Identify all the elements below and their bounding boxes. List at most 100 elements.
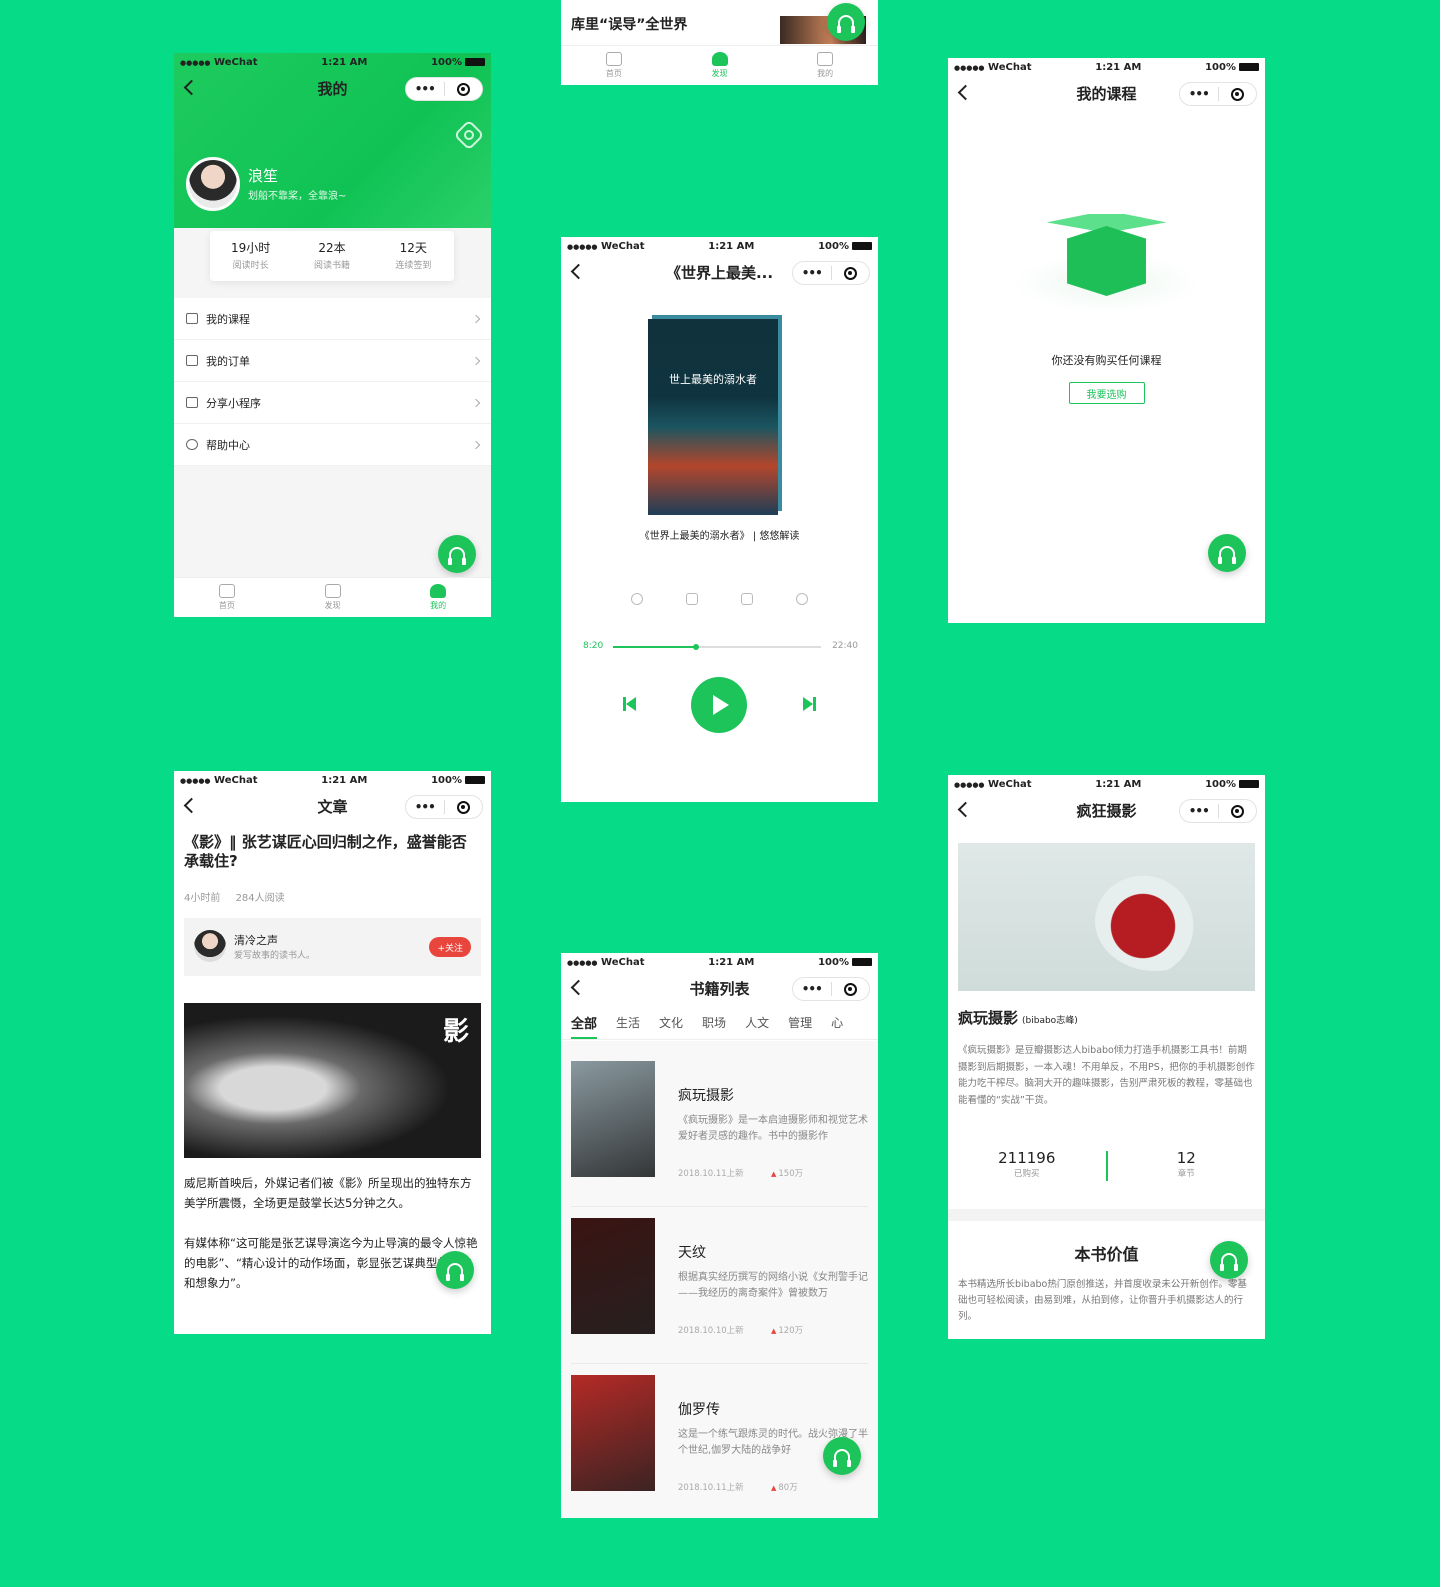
stat-reading-time: 19小时 阅读时长	[210, 231, 291, 281]
stat-chapters: 12 章节	[1108, 1149, 1266, 1185]
tab-label: 我的	[430, 601, 447, 610]
close-program-button[interactable]	[832, 982, 870, 996]
back-icon[interactable]	[957, 84, 974, 101]
back-icon[interactable]	[183, 79, 200, 96]
audio-fab-button[interactable]	[1210, 1241, 1248, 1279]
back-icon[interactable]	[570, 979, 587, 996]
more-button[interactable]: •••	[1180, 804, 1218, 818]
menu-item-my-courses[interactable]: 我的课程	[174, 298, 491, 340]
book-title: 伽罗传	[678, 1402, 720, 1418]
audio-fab-button[interactable]	[1208, 534, 1246, 572]
tab-label: 发现	[324, 601, 341, 610]
category-tab-career[interactable]: 职场	[702, 1014, 726, 1031]
more-button[interactable]: •••	[1180, 87, 1218, 101]
book-list-screen: ●●●●● WeChat 1:21 AM 100% 书籍列表 ••• 全部 生活…	[561, 953, 878, 1518]
home-icon	[218, 584, 235, 598]
download-icon[interactable]	[741, 593, 753, 605]
follow-button[interactable]: +关注	[429, 937, 471, 957]
progress-knob[interactable]	[693, 644, 700, 650]
status-time: 1:21 AM	[321, 56, 368, 68]
mini-program-capsule: •••	[1179, 799, 1257, 823]
author-card: 清冷之声 爱写故事的读书人。 +关注	[184, 918, 481, 976]
tab-home[interactable]: 首页	[561, 46, 667, 85]
status-time: 1:21 AM	[708, 956, 755, 968]
tab-home[interactable]: 首页	[174, 578, 280, 617]
menu-label: 分享小程序	[206, 396, 261, 410]
back-icon[interactable]	[957, 801, 974, 818]
playlist-icon[interactable]	[686, 593, 698, 605]
category-tab-management[interactable]: 管理	[788, 1014, 812, 1031]
tab-mine[interactable]: 我的	[385, 578, 491, 617]
audio-player-screen: ●●●●● WeChat 1:21 AM 100% 《世界上最美... ••• …	[561, 237, 878, 802]
tab-label: 首页	[218, 601, 235, 610]
stat-label: 已购买	[1013, 1169, 1040, 1179]
battery-text: 100%	[1205, 61, 1236, 73]
book-list-item[interactable]: 疯玩摄影 《疯玩摄影》是一本启迪摄影师和视觉艺术爱好者灵感的趣作。书中的摄影作 …	[561, 1051, 878, 1207]
divider	[571, 1363, 868, 1364]
tab-discover[interactable]: 发现	[667, 46, 773, 85]
article-headline[interactable]: 库里“误导”全世界	[571, 14, 687, 34]
category-tab-all[interactable]: 全部	[571, 1013, 598, 1039]
username: 浪笙	[248, 167, 279, 185]
previous-track-icon[interactable]	[623, 697, 637, 711]
author-name: 清冷之声	[234, 934, 278, 947]
more-button[interactable]: •••	[406, 82, 444, 96]
menu-item-help[interactable]: 帮助中心	[174, 424, 491, 466]
battery-text: 100%	[431, 774, 462, 786]
status-time: 1:21 AM	[1095, 61, 1142, 73]
navbar: 文章 •••	[174, 789, 491, 824]
tab-mine[interactable]: 我的	[772, 46, 878, 85]
play-button[interactable]	[691, 677, 747, 733]
avatar[interactable]	[194, 930, 226, 962]
heart-icon[interactable]	[631, 593, 643, 605]
category-tab-culture[interactable]: 文化	[659, 1014, 683, 1031]
close-program-button[interactable]	[445, 800, 483, 814]
more-button[interactable]: •••	[793, 982, 831, 996]
browse-courses-button[interactable]: 我要选购	[1068, 382, 1145, 404]
chevron-right-icon	[471, 440, 481, 449]
close-program-button[interactable]	[445, 82, 483, 96]
back-icon[interactable]	[183, 797, 200, 814]
battery-icon	[1239, 62, 1259, 71]
close-program-button[interactable]	[832, 266, 870, 280]
my-courses-screen: ●●●●● WeChat 1:21 AM 100% 我的课程 ••• 你还没有购…	[948, 58, 1265, 623]
back-icon[interactable]	[570, 263, 587, 280]
category-tab-humanities[interactable]: 人文	[745, 1014, 769, 1031]
category-tab-life[interactable]: 生活	[616, 1014, 640, 1031]
mini-program-capsule: •••	[405, 795, 483, 819]
audio-fab-button[interactable]	[438, 535, 476, 573]
stat-label: 连续签到	[395, 261, 432, 271]
audio-fab-button[interactable]	[827, 3, 865, 41]
tab-discover[interactable]: 发现	[280, 578, 386, 617]
more-button[interactable]: •••	[793, 266, 831, 280]
battery-icon	[465, 775, 485, 784]
stat-label: 章节	[1177, 1169, 1195, 1179]
book-popularity: 80万	[771, 1481, 797, 1493]
category-tab-psychology[interactable]: 心	[831, 1014, 843, 1031]
book-date: 2018.10.10上新	[678, 1326, 744, 1336]
more-icon[interactable]	[796, 593, 808, 605]
author-bio: 爱写故事的读书人。	[234, 951, 316, 961]
next-track-icon[interactable]	[802, 697, 816, 711]
battery-text: 100%	[1205, 778, 1236, 790]
headphones-icon	[837, 15, 855, 33]
progress-slider[interactable]	[613, 644, 821, 650]
more-button[interactable]: •••	[406, 800, 444, 814]
close-program-button[interactable]	[1219, 804, 1257, 818]
course-stats: 211196 已购买 12 章节	[948, 1149, 1265, 1185]
status-bar: ●●●●● WeChat 1:21 AM 100%	[948, 58, 1265, 76]
close-program-button[interactable]	[1219, 87, 1257, 101]
avatar[interactable]	[186, 157, 240, 211]
tabbar: 首页 发现 我的	[174, 577, 491, 617]
audio-fab-button[interactable]	[436, 1251, 474, 1289]
menu-item-my-orders[interactable]: 我的订单	[174, 340, 491, 382]
category-tabs: 全部 生活 文化 职场 人文 管理 心	[561, 1006, 878, 1040]
chevron-right-icon	[471, 356, 481, 365]
article-paragraph: 威尼斯首映后，外媒记者们被《影》所呈现出的独特东方美学所震慑，全场更是鼓掌长达5…	[184, 1176, 472, 1210]
audio-fab-button[interactable]	[823, 1437, 861, 1475]
menu-item-share[interactable]: 分享小程序	[174, 382, 491, 424]
book-list-item[interactable]: 天纹 根据真实经历撰写的网络小说《女刑警手记——我经历的离奇案件》曾被数万 20…	[561, 1208, 878, 1364]
tab-label: 发现	[711, 69, 728, 78]
stat-value: 12天	[399, 241, 427, 255]
help-icon	[186, 439, 198, 450]
